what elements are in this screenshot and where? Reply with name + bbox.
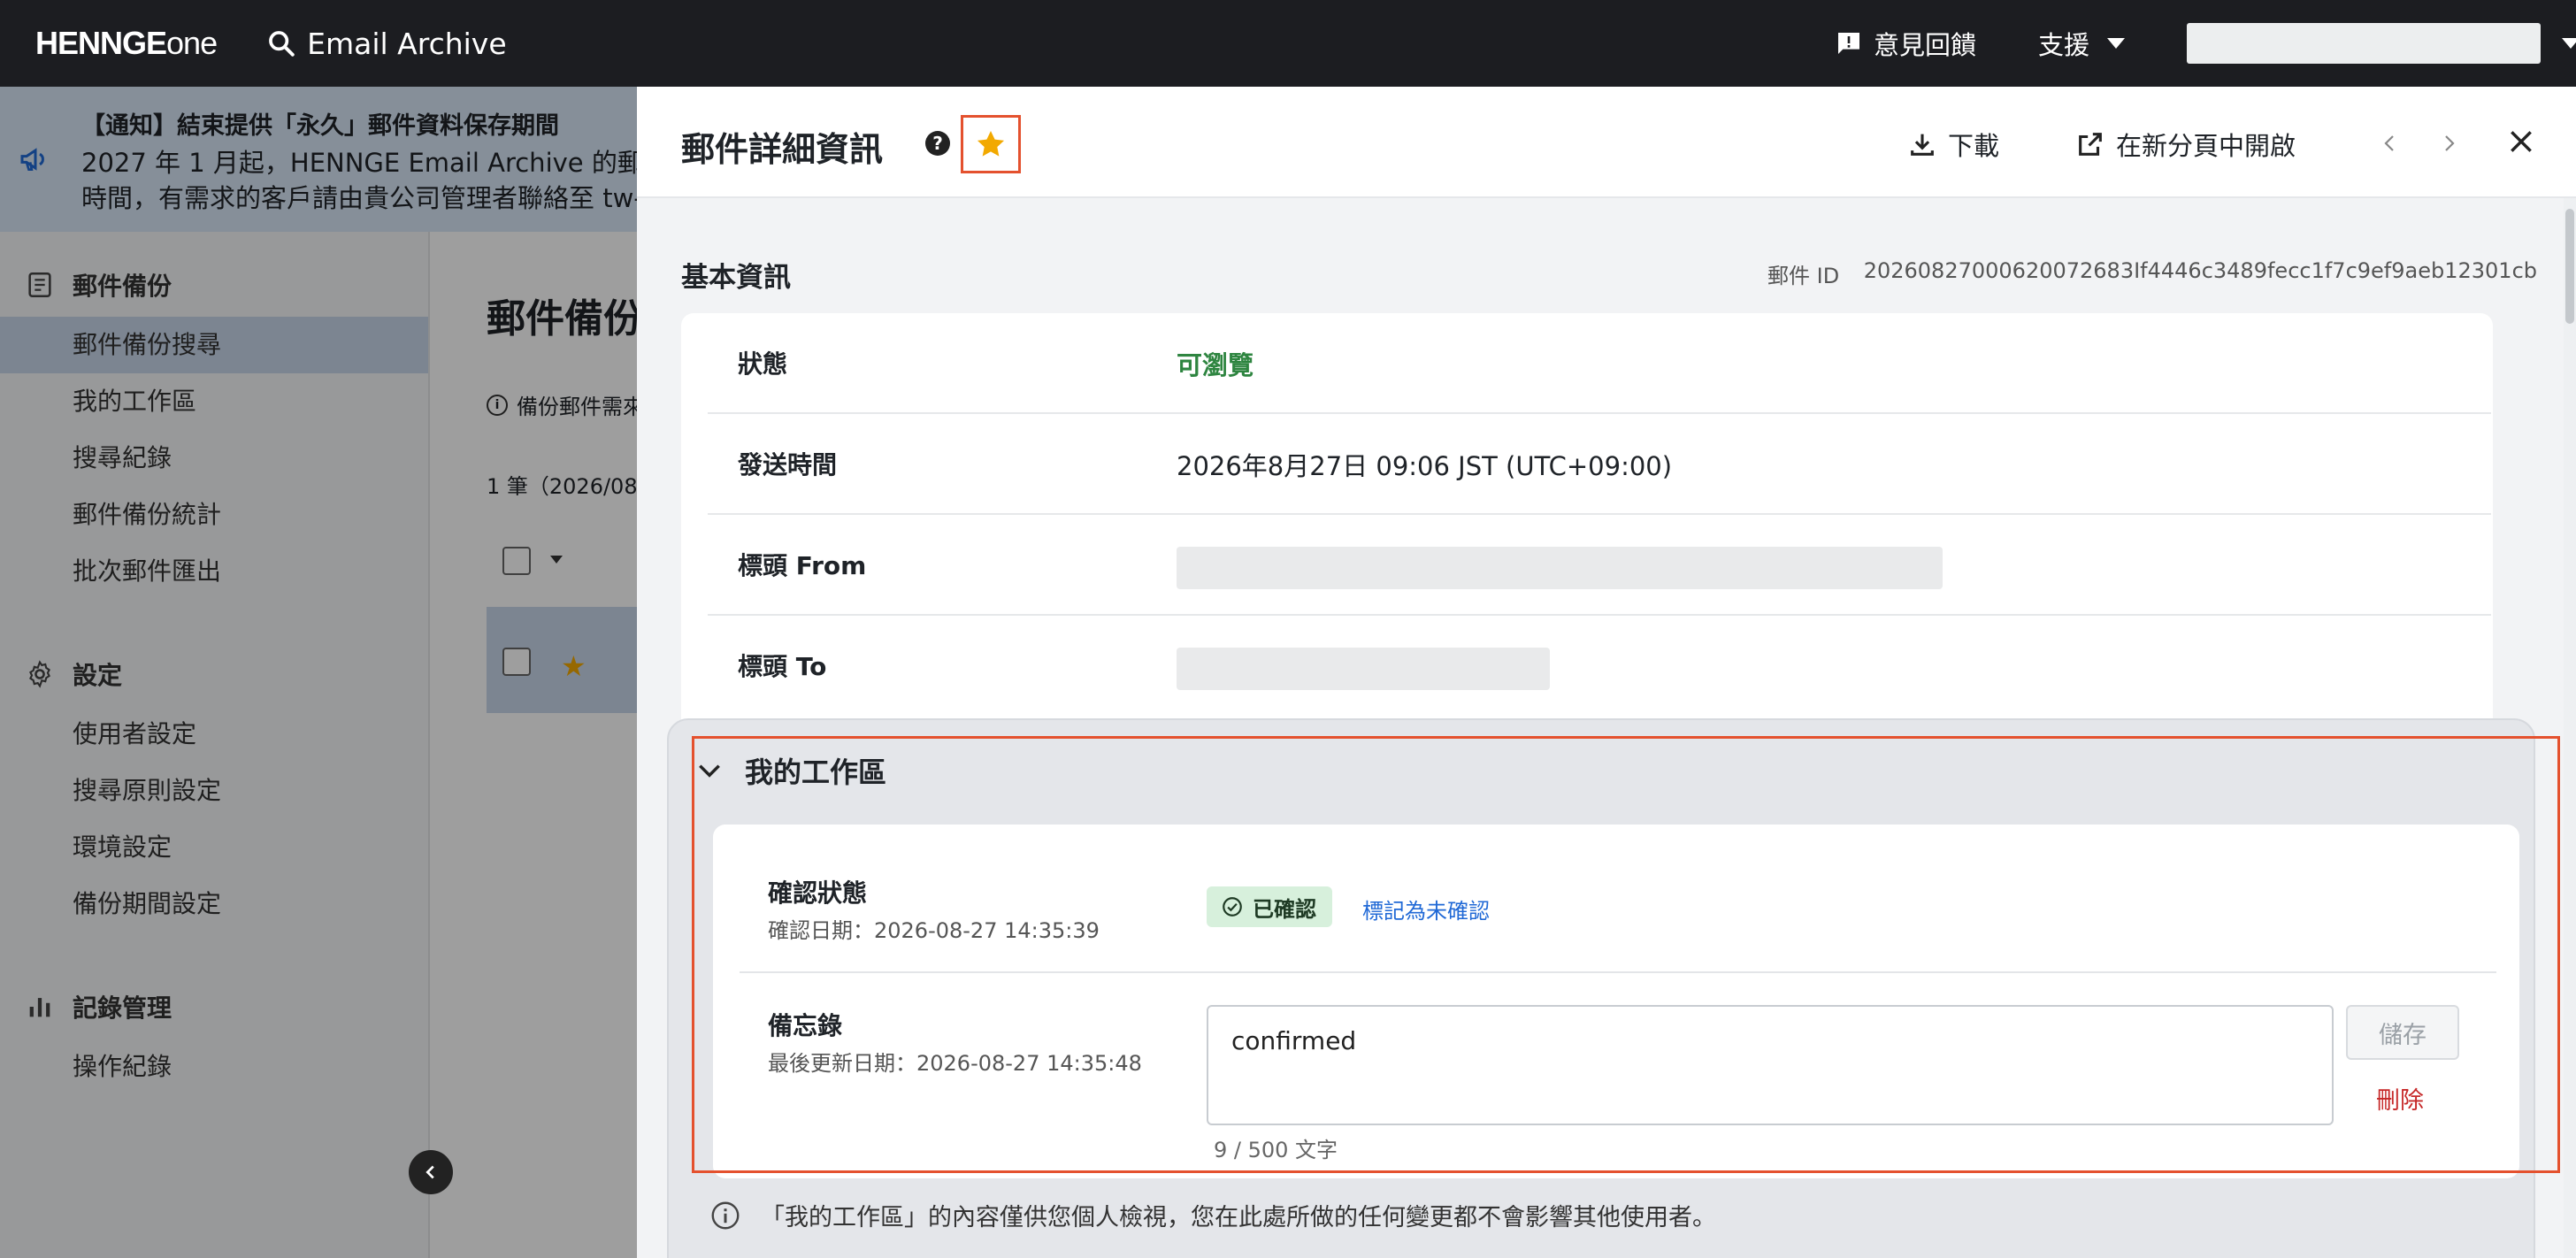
- download-button[interactable]: 下載: [1907, 126, 1999, 163]
- chevron-right-icon: [2445, 135, 2455, 151]
- field-row-header-to: 標頭 To: [708, 616, 2491, 717]
- topbar-right: 意見回饋 支援: [1835, 0, 2576, 87]
- workspace-card: [713, 825, 2519, 1178]
- product-label: Email Archive: [307, 26, 507, 61]
- feedback-button[interactable]: 意見回饋: [1835, 25, 1976, 62]
- footnote-text: 「我的工作區」的內容僅供您個人檢視，您在此處所做的任何變更都不會影響其他使用者。: [761, 1204, 1716, 1231]
- close-icon: [2511, 131, 2532, 152]
- caret-down-icon: [2562, 38, 2576, 49]
- field-row-status: 狀態 可瀏覽: [708, 313, 2491, 414]
- field-label: 標頭 From: [738, 551, 867, 580]
- product-name[interactable]: Email Archive: [266, 27, 507, 61]
- mail-id-value: 20260827000620072683If4446c3489fecc1f7c9…: [1863, 258, 2537, 283]
- chevron-down-icon: [699, 764, 720, 778]
- field-row-sent-time: 發送時間 2026年8月27日 09:06 JST (UTC+09:00): [708, 414, 2491, 515]
- open-new-tab-label: 在新分頁中開啟: [2116, 131, 2296, 161]
- star-icon: [977, 130, 1005, 157]
- feedback-label: 意見回饋: [1873, 30, 1976, 60]
- workspace-title: 我的工作區: [745, 756, 887, 789]
- delete-button[interactable]: 刪除: [2376, 1081, 2424, 1116]
- panel-header: 郵件詳細資訊 ? 下載 在新分頁中開啟: [637, 87, 2576, 198]
- help-icon[interactable]: ?: [925, 131, 950, 156]
- memo-textarea[interactable]: confirmed: [1207, 1005, 2334, 1125]
- field-label: 標頭 To: [738, 652, 827, 681]
- panel-title: 郵件詳細資訊: [681, 130, 884, 169]
- my-workspace-toggle[interactable]: 我的工作區: [695, 750, 886, 791]
- next-mail-button[interactable]: [2433, 126, 2465, 161]
- redacted-from-value: [1177, 547, 1943, 589]
- modal-overlay[interactable]: [0, 87, 637, 1258]
- logo-text-bold: HENNGE: [35, 25, 167, 61]
- chevron-left-icon: [2384, 135, 2394, 151]
- top-navigation-bar: HENNGEone Email Archive 意見回饋 支援: [0, 0, 2576, 87]
- mail-id-label: 郵件 ID: [1767, 264, 1840, 288]
- confirmed-badge: 已確認: [1207, 886, 1332, 927]
- download-icon: [1911, 134, 1934, 156]
- feedback-icon: [1837, 33, 1859, 54]
- badge-label: 已確認: [1253, 896, 1316, 922]
- check-circle-icon: [1223, 897, 1242, 917]
- previous-mail-button[interactable]: [2374, 126, 2406, 161]
- sent-time-value: 2026年8月27日 09:06 JST (UTC+09:00): [1177, 451, 1673, 481]
- collapse-sidebar-button[interactable]: [409, 1150, 453, 1194]
- henngeone-logo[interactable]: HENNGEone: [35, 25, 218, 62]
- scrollbar-thumb[interactable]: [2565, 209, 2574, 324]
- save-button[interactable]: 儲存: [2346, 1005, 2459, 1060]
- search-icon: [269, 31, 295, 57]
- confirm-status-label: 確認狀態: [768, 878, 868, 908]
- confirm-date: 確認日期：2026-08-27 14:35:39: [768, 918, 1100, 943]
- redacted-to-value: [1177, 648, 1550, 690]
- field-label: 發送時間: [738, 450, 838, 479]
- panel-scrollbar[interactable]: [2564, 198, 2576, 1258]
- field-row-header-from: 標頭 From: [708, 515, 2491, 616]
- open-in-new-tab-button[interactable]: 在新分頁中開啟: [2075, 126, 2296, 163]
- field-label: 狀態: [738, 349, 788, 379]
- chevron-left-icon: [426, 1165, 434, 1179]
- caret-down-icon: [2107, 38, 2125, 49]
- external-link-icon: [2079, 133, 2102, 156]
- info-icon: [711, 1201, 740, 1229]
- memo-label: 備忘錄: [768, 1011, 843, 1040]
- workspace-footnote: 「我的工作區」的內容僅供您個人檢視，您在此處所做的任何變更都不會影響其他使用者。: [709, 1198, 1716, 1232]
- basic-info-heading: 基本資訊: [681, 262, 791, 294]
- divider: [740, 971, 2496, 973]
- favorite-star-button[interactable]: [961, 115, 1021, 173]
- support-label: 支援: [2037, 30, 2089, 60]
- mark-unconfirmed-link[interactable]: 標記為未確認: [1362, 894, 1490, 924]
- mail-detail-panel: 郵件詳細資訊 ? 下載 在新分頁中開啟 基本資訊 郵件 ID 202608270…: [637, 87, 2576, 1258]
- status-value: 可瀏覽: [1177, 350, 1254, 380]
- logo-text-light: one: [166, 25, 218, 61]
- character-counter: 9 / 500 文字: [1214, 1138, 1338, 1162]
- download-label: 下載: [1948, 131, 2000, 161]
- support-menu[interactable]: 支援: [2038, 25, 2125, 62]
- memo-updated-date: 最後更新日期：2026-08-27 14:35:48: [768, 1051, 1142, 1076]
- account-menu[interactable]: [2187, 23, 2576, 64]
- close-panel-button[interactable]: [2502, 122, 2541, 161]
